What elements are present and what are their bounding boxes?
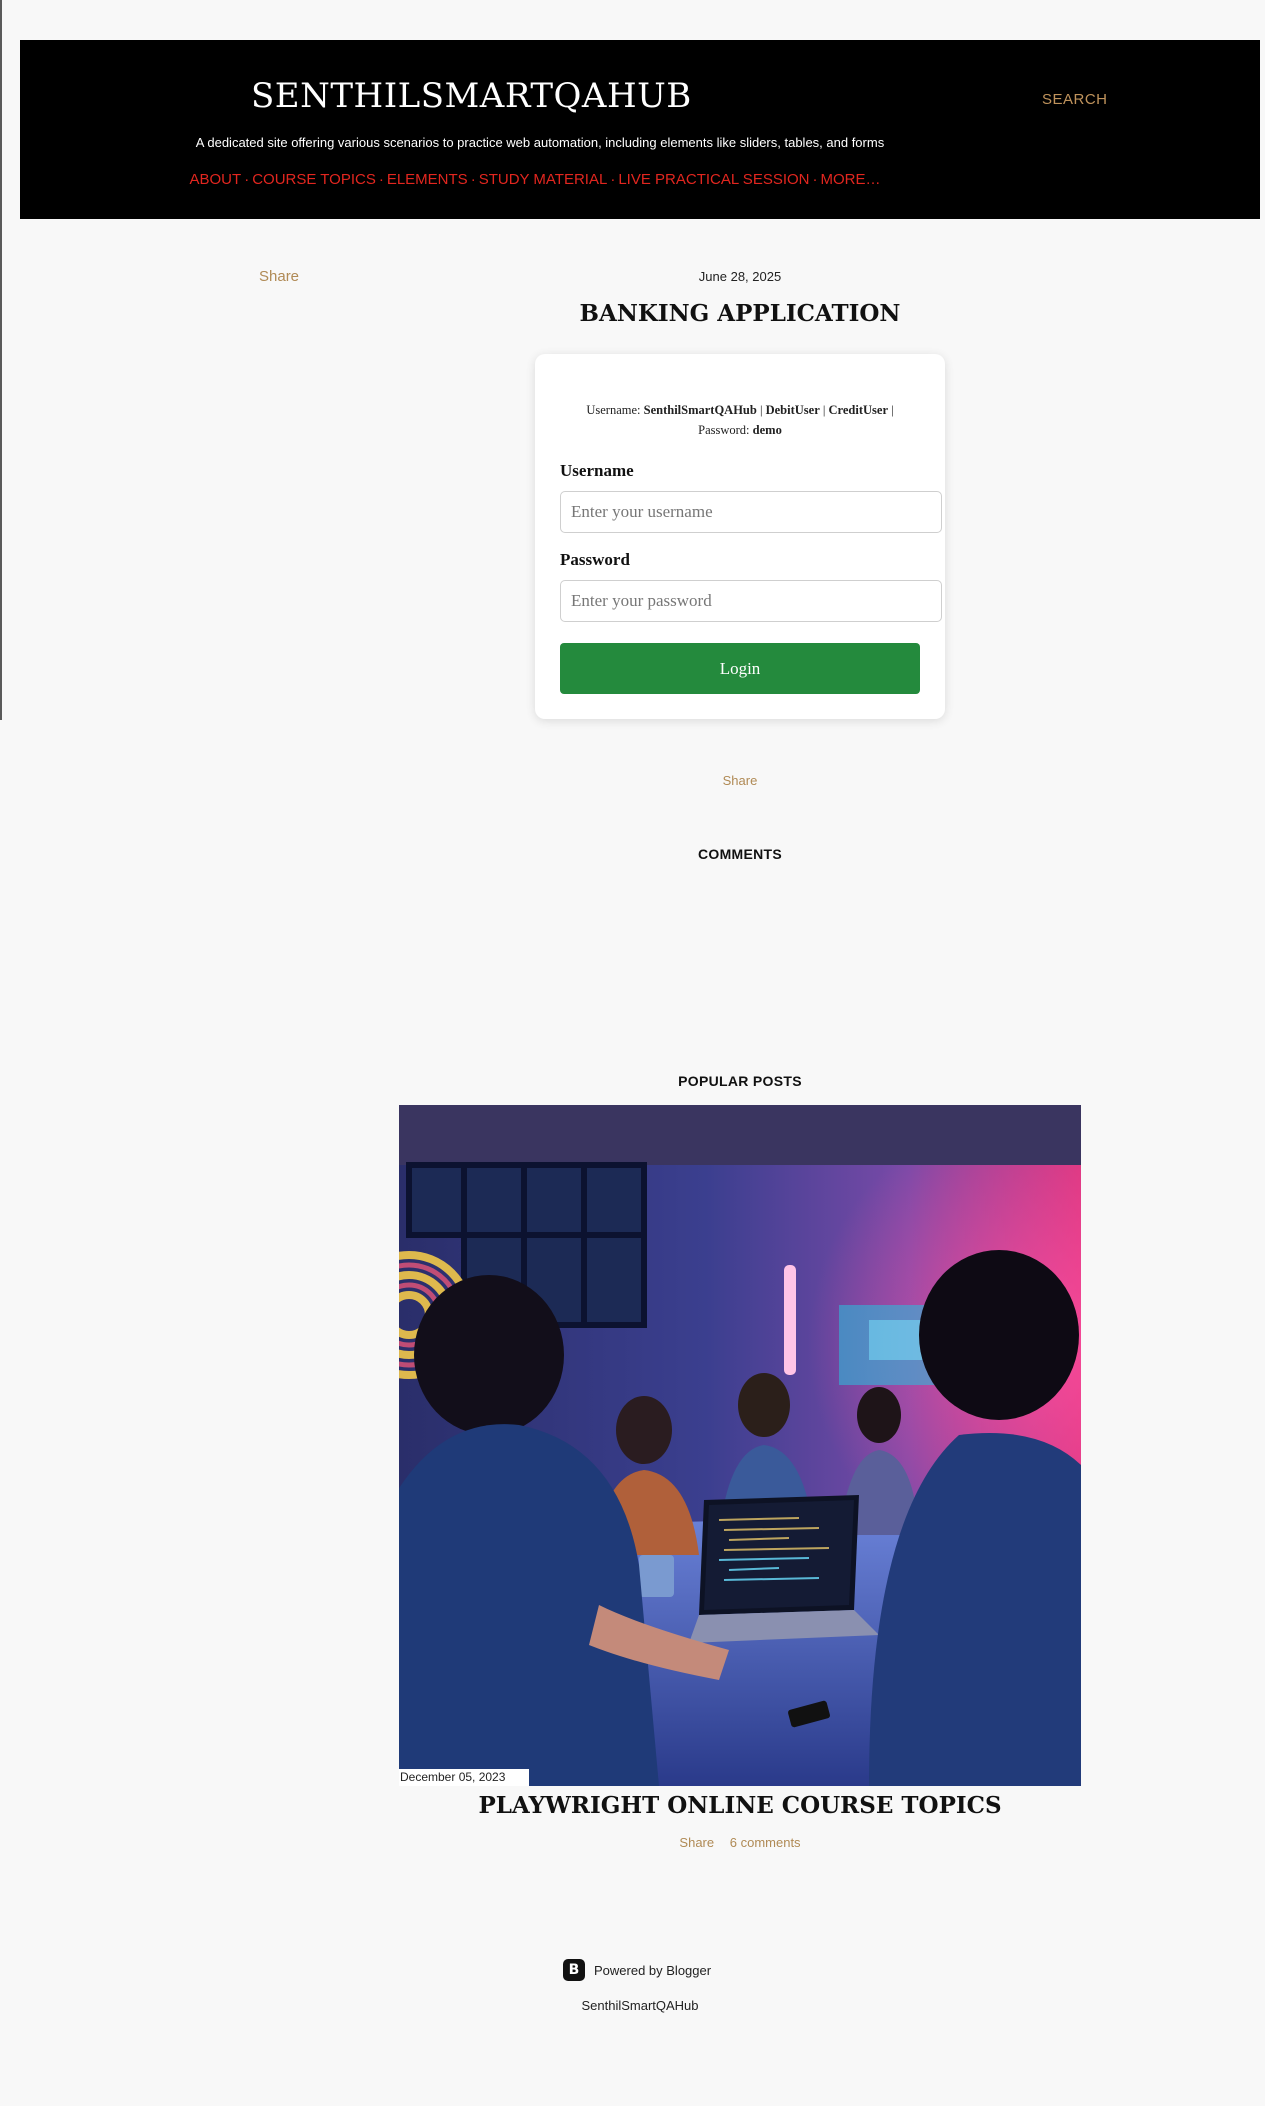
login-card: Username: SenthilSmartQAHub | DebitUser … [535, 354, 945, 719]
creds-user-3: CreditUser [828, 403, 889, 417]
creds-sep: | [759, 403, 763, 417]
popular-post-share-button[interactable]: Share [679, 1835, 714, 1850]
login-button[interactable]: Login [560, 643, 920, 694]
password-input[interactable] [560, 580, 942, 622]
creds-password-prefix: Password: [698, 423, 750, 437]
creds-user-1: SenthilSmartQAHub [643, 403, 757, 417]
powered-by-blogger-link[interactable]: B Powered by Blogger [563, 1959, 711, 1981]
creds-password: demo [752, 423, 782, 437]
nav-separator: · [378, 171, 384, 188]
creds-user-2: DebitUser [765, 403, 820, 417]
site-tagline: A dedicated site offering various scenar… [195, 135, 885, 150]
team-coding-meeting-photo [399, 1105, 1081, 1786]
username-label: Username [560, 461, 634, 480]
nav-separator: · [610, 171, 616, 188]
nav-item-live-practical-session[interactable]: LIVE PRACTICAL SESSION [618, 171, 809, 188]
popular-post-date: December 05, 2023 [399, 1769, 529, 1786]
comments-heading: COMMENTS [697, 846, 783, 862]
popular-post-image[interactable] [399, 1105, 1081, 1786]
nav-separator: · [812, 171, 818, 188]
popular-post-comments-link[interactable]: 6 comments [730, 1835, 801, 1850]
creds-username-prefix: Username: [586, 403, 641, 417]
popular-posts-heading: POPULAR POSTS [678, 1073, 802, 1089]
footer-blog-name: SenthilSmartQAHub [581, 1998, 699, 2013]
popular-post-title[interactable]: PLAYWRIGHT ONLINE COURSE TOPICS [400, 1792, 1080, 1819]
nav-separator: · [244, 171, 250, 188]
share-button-top[interactable]: Share [259, 268, 299, 285]
left-edge-rule [0, 0, 2, 720]
nav-separator: · [470, 171, 476, 188]
popular-post-actions: Share 6 comments [600, 1835, 880, 1850]
search-button[interactable]: SEARCH [1042, 91, 1108, 108]
share-button-bottom[interactable]: Share [690, 773, 790, 788]
creds-sep: | [891, 403, 894, 417]
post-date: June 28, 2025 [698, 269, 782, 284]
nav-item-study-material[interactable]: STUDY MATERIAL [479, 171, 608, 188]
password-label: Password [560, 550, 630, 569]
powered-by-label: Powered by Blogger [594, 1962, 712, 1978]
site-header: SENTHILSMARTQAHUB SEARCH A dedicated sit… [20, 40, 1260, 219]
nav-item-course-topics[interactable]: COURSE TOPICS [252, 171, 376, 188]
main-nav: ABOUT · COURSE TOPICS · ELEMENTS · STUDY MATER… [20, 171, 1050, 188]
nav-item-elements[interactable]: ELEMENTS [387, 171, 468, 188]
nav-item-more[interactable]: MORE… [821, 171, 881, 188]
demo-credentials: Username: SenthilSmartQAHub | DebitUser … [555, 400, 925, 440]
creds-sep: | [822, 403, 826, 417]
site-title[interactable]: SENTHILSMARTQAHUB [251, 76, 692, 116]
nav-item-about[interactable]: ABOUT [190, 171, 242, 188]
post-title: BANKING APPLICATION [579, 300, 901, 327]
username-input[interactable] [560, 491, 942, 533]
blogger-icon: B [563, 1959, 585, 1981]
